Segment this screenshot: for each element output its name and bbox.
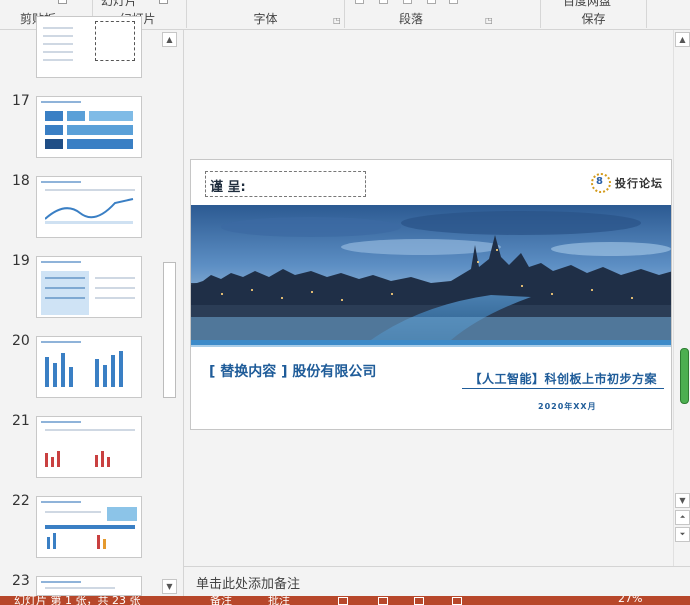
scroll-down-icon[interactable]: ▼ bbox=[162, 579, 177, 594]
slide-thumbnail-20[interactable] bbox=[36, 336, 142, 398]
align-right-icon[interactable] bbox=[403, 0, 412, 4]
align-center-icon[interactable] bbox=[379, 0, 388, 4]
normal-view-icon[interactable] bbox=[338, 597, 348, 605]
logo-text: 投行论坛 bbox=[615, 177, 663, 190]
logo-mark-icon: 8 bbox=[591, 173, 611, 193]
city-skyline-image bbox=[191, 205, 671, 340]
slide-thumbnail-22[interactable] bbox=[36, 496, 142, 558]
font-group-label: 字体 bbox=[253, 12, 278, 26]
paragraph-group: 段落 ◳ bbox=[345, 0, 497, 29]
baidu-netdisk-button[interactable]: 百度网盘 bbox=[563, 0, 611, 9]
status-bar: 幻灯片 第 1 张，共 23 张 备注 批注 27% bbox=[0, 596, 690, 605]
slide-counter: 幻灯片 第 1 张，共 23 张 bbox=[14, 596, 141, 605]
zoom-level[interactable]: 27% bbox=[618, 596, 642, 605]
comments-toggle-button[interactable]: 批注 bbox=[268, 596, 290, 605]
slide-number-18: 18 bbox=[12, 173, 30, 189]
slide-thumbnail-18[interactable] bbox=[36, 176, 142, 238]
scroll-up-icon[interactable]: ▲ bbox=[162, 32, 177, 47]
next-slide-icon[interactable]: ⏷ bbox=[675, 527, 690, 542]
thumbnail-scrollbar[interactable]: ▲ ▼ bbox=[161, 30, 178, 596]
paragraph-group-label: 段落 bbox=[398, 12, 423, 26]
new-slide-button[interactable]: 幻灯片 bbox=[101, 0, 137, 9]
salutation-textbox[interactable]: 谨 呈: bbox=[205, 171, 366, 197]
slide-number-21: 21 bbox=[12, 413, 30, 429]
scrollbar-thumb[interactable] bbox=[163, 262, 176, 398]
slide-thumbnail-19[interactable] bbox=[36, 256, 142, 318]
align-left-icon[interactable] bbox=[355, 0, 364, 4]
company-name[interactable]: [ 替换内容 ] 股份有限公司 bbox=[209, 361, 376, 381]
save-group-label: 保存 bbox=[581, 12, 606, 26]
slide-thumbnail-17[interactable] bbox=[36, 96, 142, 158]
thumbnail-pane: 17 18 19 20 21 22 23 bbox=[0, 16, 182, 596]
justify-icon[interactable] bbox=[427, 0, 436, 4]
slideshow-icon[interactable] bbox=[452, 597, 462, 605]
notes-placeholder[interactable]: 单击此处添加备注 bbox=[196, 573, 300, 592]
plan-underline bbox=[462, 388, 664, 389]
columns-icon[interactable] bbox=[449, 0, 458, 4]
slide-date[interactable]: 2020年XX月 bbox=[538, 401, 597, 412]
font-group: 字体 ◳ bbox=[187, 0, 344, 29]
notes-toggle-button[interactable]: 备注 bbox=[210, 596, 232, 605]
current-slide[interactable]: 谨 呈: 8 投行论坛 [替换内容] 股份有限公司 【人工智能】科创板上市初… bbox=[190, 159, 672, 430]
slide-number-23: 23 bbox=[12, 573, 30, 589]
save-group: 百度网盘 保存 bbox=[541, 0, 646, 29]
paragraph-launcher-icon[interactable]: ◳ bbox=[485, 16, 493, 25]
paste-icon[interactable] bbox=[58, 0, 67, 4]
slide-thumbnail-16[interactable] bbox=[36, 16, 142, 78]
slide-number-17: 17 bbox=[12, 93, 30, 109]
reading-view-icon[interactable] bbox=[414, 597, 424, 605]
previous-slide-icon[interactable]: ⏶ bbox=[675, 510, 690, 525]
scroll-down-icon[interactable]: ▼ bbox=[675, 493, 690, 508]
layout-icon[interactable] bbox=[159, 0, 168, 4]
scroll-up-icon[interactable]: ▲ bbox=[675, 32, 690, 47]
slide-sorter-icon[interactable] bbox=[378, 597, 388, 605]
banner-divider-light bbox=[191, 345, 671, 347]
logo: 8 投行论坛 bbox=[591, 173, 663, 193]
slide-number-22: 22 bbox=[12, 493, 30, 509]
slide-thumbnail-21[interactable] bbox=[36, 416, 142, 478]
slide-thumbnail-23[interactable] bbox=[36, 576, 142, 596]
slide-number-20: 20 bbox=[12, 333, 30, 349]
notes-pane[interactable]: 单击此处添加备注 bbox=[183, 566, 690, 596]
ribbon-separator bbox=[646, 0, 647, 28]
editor-scrollbar[interactable]: ▲ ▼ ⏶ ⏷ bbox=[673, 30, 690, 566]
scrollbar-thumb[interactable] bbox=[680, 348, 689, 404]
slide-number-19: 19 bbox=[12, 253, 30, 269]
powerpoint-window: 剪贴板 ◳ 幻灯片 幻灯片 字体 ◳ 段落 ◳ 百度网盘 保存 bbox=[0, 0, 690, 605]
thumbnail-chart bbox=[45, 198, 134, 224]
plan-title[interactable]: 【人工智能】科创板上市初步方案 bbox=[469, 370, 657, 387]
slide-editor: 谨 呈: 8 投行论坛 [替换内容] 股份有限公司 【人工智能】科创板上市初… bbox=[183, 30, 673, 566]
